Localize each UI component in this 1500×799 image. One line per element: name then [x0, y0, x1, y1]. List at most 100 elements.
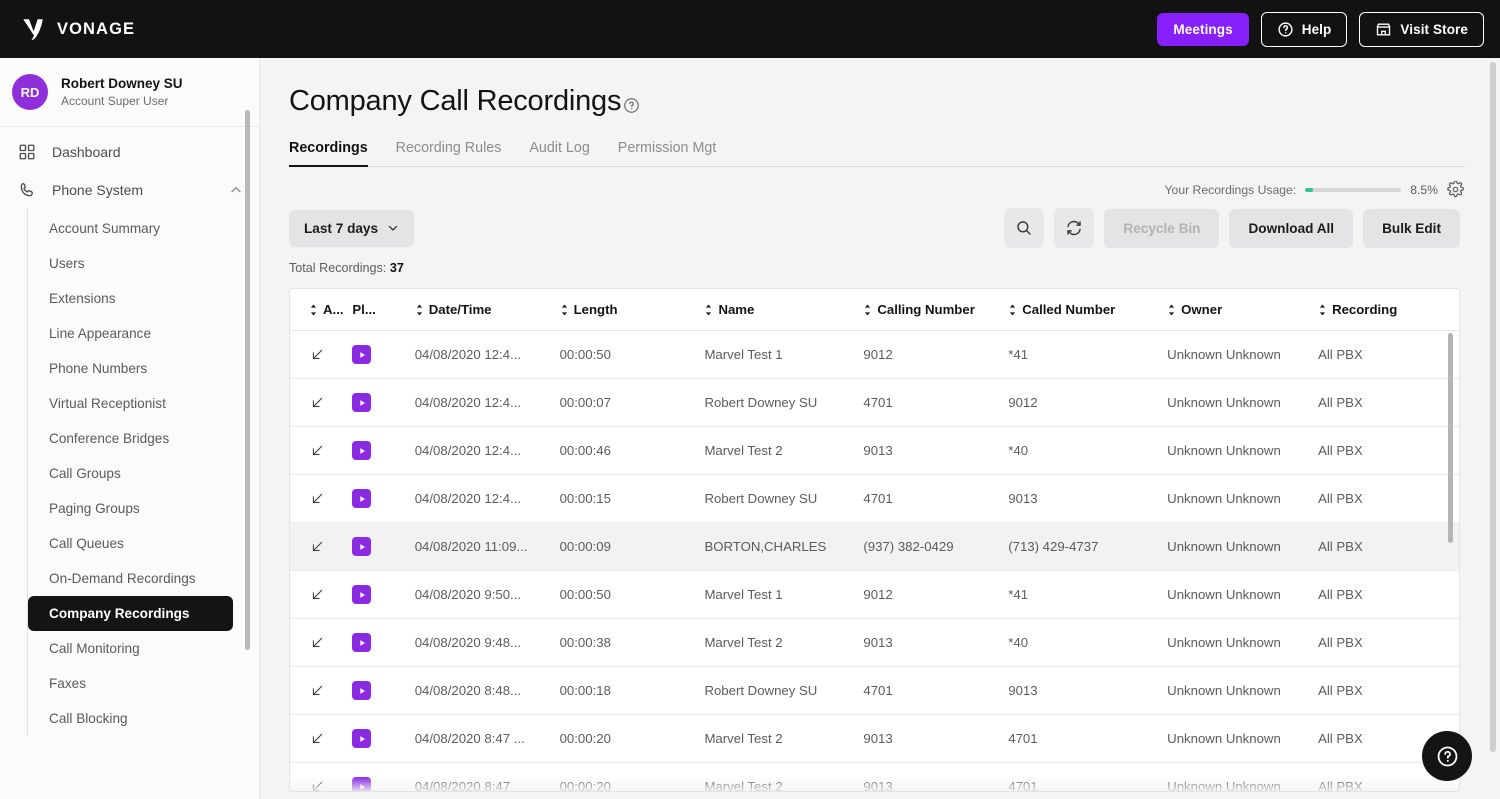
incoming-call-arrow-icon — [312, 589, 323, 599]
play-recording-button[interactable] — [352, 345, 372, 364]
length-cell: 00:00:18 — [559, 666, 705, 715]
download-all-button[interactable]: Download All — [1229, 208, 1354, 248]
datetime-cell: 04/08/2020 12:4... — [414, 330, 560, 379]
tab-audit-log[interactable]: Audit Log — [515, 140, 603, 166]
play-recording-button[interactable] — [352, 633, 372, 652]
play-recording-button[interactable] — [352, 585, 372, 604]
sidebar-item-users[interactable]: Users — [28, 246, 233, 281]
player-cell[interactable] — [352, 666, 415, 715]
sidebar-item-call-groups[interactable]: Call Groups — [28, 456, 233, 491]
column-header-date-time[interactable]: Date/Time — [414, 289, 560, 331]
recycle-bin-button[interactable]: Recycle Bin — [1104, 208, 1220, 248]
table-row[interactable]: 04/08/2020 12:4... 00:00:50 Marvel Test 19… — [290, 330, 1459, 379]
sort-icon — [706, 304, 712, 315]
sidebar-item-line-appearance[interactable]: Line Appearance — [28, 316, 233, 351]
sidebar-item-extensions[interactable]: Extensions — [28, 281, 233, 316]
sidebar-item-faxes[interactable]: Faxes — [28, 666, 233, 701]
sidebar-item-virtual-receptionist[interactable]: Virtual Receptionist — [28, 386, 233, 421]
column-header-length[interactable]: Length — [559, 289, 705, 331]
sidebar-item-conference-bridges[interactable]: Conference Bridges — [28, 421, 233, 456]
name-cell: Marvel Test 2 — [704, 714, 864, 763]
table-row[interactable]: 04/08/2020 8:48... 00:00:18 Robert Downey … — [290, 666, 1459, 715]
table-header-row: A... Pl... Date/Time Length Name Calling Numb… — [290, 289, 1459, 331]
help-button[interactable]: Help — [1260, 11, 1348, 47]
owner-cell: Unknown Unknown — [1167, 426, 1319, 475]
table-row[interactable]: 04/08/2020 9:50... 00:00:50 Marvel Test 19… — [290, 570, 1459, 619]
column-header-a[interactable]: A... — [290, 289, 353, 331]
sidebar-item-phone-system[interactable]: Phone System — [0, 171, 259, 209]
play-recording-button[interactable] — [352, 729, 372, 748]
player-cell[interactable] — [352, 762, 415, 791]
play-recording-button[interactable] — [352, 441, 372, 460]
recording-cell: All PBX — [1318, 570, 1459, 619]
visit-store-button[interactable]: Visit Store — [1359, 11, 1484, 47]
title-help-icon[interactable] — [623, 97, 640, 114]
sidebar-item-paging-groups[interactable]: Paging Groups — [28, 491, 233, 526]
sidebar-item-dashboard-label: Dashboard — [52, 144, 121, 160]
sidebar-item-call-monitoring[interactable]: Call Monitoring — [28, 631, 233, 666]
direction-cell — [290, 762, 353, 791]
sidebar-item-phone-system-label: Phone System — [52, 182, 144, 198]
column-header-calling-number[interactable]: Calling Number — [863, 289, 1009, 331]
sidebar-item-company-recordings[interactable]: Company Recordings — [28, 596, 233, 631]
bulk-edit-button[interactable]: Bulk Edit — [1363, 208, 1460, 248]
sidebar-item-account-summary[interactable]: Account Summary — [28, 211, 233, 246]
player-cell[interactable] — [352, 618, 415, 667]
recording-cell: All PBX — [1318, 378, 1459, 427]
search-button[interactable] — [1004, 208, 1045, 248]
table-row[interactable]: 04/08/2020 9:48... 00:00:38 Marvel Test 29… — [290, 618, 1459, 667]
table-row[interactable]: 04/08/2020 8:47 ... 00:00:20 Marvel Test 2… — [290, 714, 1459, 763]
calling-number-cell: 9013 — [863, 618, 1009, 667]
column-header-name[interactable]: Name — [704, 289, 864, 331]
datetime-cell: 04/08/2020 9:50... — [414, 570, 560, 619]
column-header-recording[interactable]: Recording — [1318, 289, 1459, 331]
help-fab-button[interactable] — [1422, 731, 1472, 781]
calling-number-cell: 4701 — [863, 666, 1009, 715]
column-header-owner[interactable]: Owner — [1167, 289, 1319, 331]
refresh-button[interactable] — [1054, 208, 1095, 248]
table-scrollbar[interactable] — [1448, 333, 1453, 543]
tab-recording-rules[interactable]: Recording Rules — [382, 140, 516, 166]
play-recording-button[interactable] — [352, 489, 372, 508]
incoming-call-arrow-icon — [312, 493, 323, 503]
date-range-selector[interactable]: Last 7 days — [289, 209, 415, 247]
tab-recordings[interactable]: Recordings — [289, 140, 382, 167]
player-cell[interactable] — [352, 426, 415, 475]
column-header-called-number[interactable]: Called Number — [1008, 289, 1168, 331]
table-row[interactable]: 04/08/2020 8:47 00:00:20 Marvel Test 2 9013… — [290, 762, 1459, 791]
meetings-button[interactable]: Meetings — [1157, 12, 1249, 46]
page-scrollbar[interactable] — [1490, 62, 1496, 752]
user-profile[interactable]: RD Robert Downey SU Account Super User — [0, 58, 259, 127]
play-recording-button[interactable] — [352, 537, 372, 556]
player-cell[interactable] — [352, 714, 415, 763]
sidebar-item-on-demand-recordings[interactable]: On-Demand Recordings — [28, 561, 233, 596]
player-cell[interactable] — [352, 474, 415, 523]
brand-logo[interactable]: VONAGE — [20, 16, 135, 42]
column-header-label: Date/Time — [428, 302, 492, 317]
sidebar-scrollbar[interactable] — [245, 110, 250, 650]
player-cell[interactable] — [352, 330, 415, 379]
sidebar-item-call-queues[interactable]: Call Queues — [28, 526, 233, 561]
table-row[interactable]: 04/08/2020 11:09... 00:00:09 BORTON,CHARLE… — [290, 522, 1459, 571]
table-row[interactable]: 04/08/2020 12:4... 00:00:46 Marvel Test 29… — [290, 426, 1459, 475]
owner-cell: Unknown Unknown — [1167, 666, 1319, 715]
page-header: Company Call Recordings — [260, 58, 1500, 118]
play-icon — [360, 399, 365, 406]
sidebar-item-call-blocking[interactable]: Call Blocking — [28, 701, 233, 736]
gear-icon[interactable] — [1447, 181, 1464, 198]
called-number-cell: (713) 429-4737 — [1008, 522, 1168, 571]
table-row[interactable]: 04/08/2020 12:4... 00:00:07 Robert Downey … — [290, 378, 1459, 427]
player-cell[interactable] — [352, 378, 415, 427]
play-recording-button[interactable] — [352, 681, 372, 700]
avatar: RD — [12, 74, 48, 110]
tab-permission-mgt[interactable]: Permission Mgt — [604, 140, 731, 166]
player-cell[interactable] — [352, 522, 415, 571]
incoming-call-arrow-icon — [312, 637, 323, 647]
player-cell[interactable] — [352, 570, 415, 619]
table-row[interactable]: 04/08/2020 12:4... 00:00:15 Robert Downey … — [290, 474, 1459, 523]
play-recording-button[interactable] — [352, 777, 372, 791]
recording-cell: All PBX — [1318, 330, 1459, 379]
play-recording-button[interactable] — [352, 393, 372, 412]
sidebar-item-dashboard[interactable]: Dashboard — [0, 133, 259, 171]
sidebar-item-phone-numbers[interactable]: Phone Numbers — [28, 351, 233, 386]
